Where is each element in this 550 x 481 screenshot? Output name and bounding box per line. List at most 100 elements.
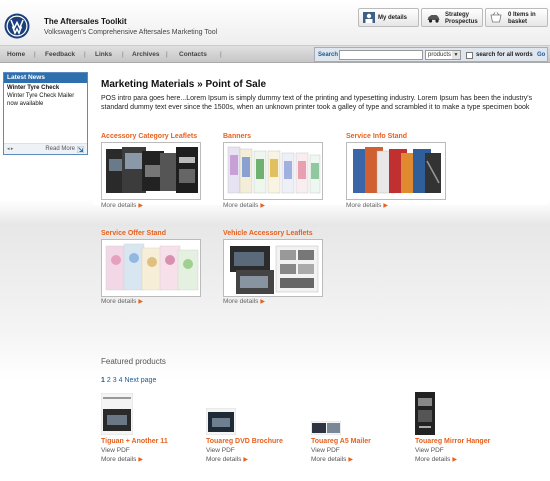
- tiguan-image: [101, 393, 133, 435]
- search-go-button[interactable]: Go: [537, 52, 545, 58]
- more-details-label: More details: [206, 456, 242, 463]
- more-details-link[interactable]: More details ▶: [223, 202, 265, 209]
- all-words-checkbox[interactable]: [466, 52, 473, 59]
- arrow-right-icon: ▶: [452, 457, 458, 463]
- more-details-label: More details: [223, 298, 259, 305]
- news-item-body: Winter Tyre Check Mailer now available: [7, 93, 75, 107]
- arrow-right-icon: ▶: [383, 203, 389, 209]
- more-details-link[interactable]: More details ▶: [101, 456, 143, 463]
- my-details-label: My details: [378, 15, 408, 21]
- search-scope-value: products: [428, 52, 452, 58]
- my-details-button[interactable]: My details: [358, 8, 419, 27]
- featured-pager: 1 2 3 4 Next page: [101, 377, 156, 384]
- latest-news-heading: Latest News: [4, 73, 87, 83]
- nav-contacts[interactable]: Contacts: [179, 51, 207, 58]
- page-link-1[interactable]: 1: [101, 377, 105, 384]
- category-thumb-banners[interactable]: [223, 142, 323, 200]
- view-pdf-link[interactable]: View PDF: [206, 447, 235, 454]
- basket-label: 0 Items in basket: [508, 12, 536, 25]
- nav-separator: |: [166, 51, 168, 58]
- product-title-touareg-mirror[interactable]: Touareg Mirror Hanger: [415, 438, 490, 445]
- category-thumb-accessory-leaflets[interactable]: [101, 142, 201, 200]
- more-details-link[interactable]: More details ▶: [346, 202, 388, 209]
- next-page-link[interactable]: Next page: [124, 377, 156, 384]
- page-link-4[interactable]: 4: [119, 377, 123, 384]
- more-details-link[interactable]: More details ▶: [101, 298, 143, 305]
- nav-separator: |: [84, 51, 86, 58]
- category-title-service-info-stand[interactable]: Service Info Stand: [346, 133, 407, 140]
- news-item-title[interactable]: Winter Tyre Check: [4, 83, 87, 91]
- leaflets-image: [102, 143, 200, 199]
- vehicle-leaflets-image: [224, 240, 322, 296]
- search-label: Search: [318, 52, 339, 58]
- strategy-prospectus-label: Strategy Prospectus: [445, 12, 478, 25]
- product-title-tiguan[interactable]: Tiguan + Another 11: [101, 438, 168, 445]
- app-subtitle: Volkswagen's Comprehensive Aftersales Ma…: [44, 29, 218, 36]
- nav-separator: |: [34, 51, 36, 58]
- featured-heading: Featured products: [101, 357, 166, 366]
- category-title-accessory-leaflets[interactable]: Accessory Category Leaflets: [101, 133, 197, 140]
- nav-archives[interactable]: Archives: [132, 51, 159, 58]
- nav-home[interactable]: Home: [7, 51, 25, 58]
- arrow-right-icon: ▶: [138, 299, 144, 305]
- basket-button[interactable]: 0 Items in basket: [485, 8, 548, 27]
- user-icon: [363, 12, 375, 23]
- view-pdf-link[interactable]: View PDF: [415, 447, 444, 454]
- more-details-label: More details: [311, 456, 347, 463]
- page-link-2[interactable]: 2: [107, 377, 111, 384]
- arrow-right-icon: ▶: [243, 457, 249, 463]
- news-pager-arrows[interactable]: ◂ ▸: [7, 146, 13, 152]
- product-title-touareg-a5[interactable]: Touareg A5 Mailer: [311, 438, 371, 445]
- more-details-label: More details: [101, 298, 137, 305]
- category-thumb-service-offer-stand[interactable]: [101, 239, 201, 297]
- more-details-link[interactable]: More details ▶: [223, 298, 265, 305]
- more-details-label: More details: [223, 202, 259, 209]
- product-thumb-touareg-a5[interactable]: [311, 421, 341, 435]
- category-title-service-offer-stand[interactable]: Service Offer Stand: [101, 230, 166, 237]
- touareg-dvd-image: [206, 408, 236, 435]
- view-pdf-link[interactable]: View PDF: [101, 447, 130, 454]
- nav-links[interactable]: Links: [95, 51, 112, 58]
- page-title: Marketing Materials » Point of Sale: [101, 79, 267, 90]
- banners-image: [224, 143, 322, 199]
- product-thumb-touareg-dvd[interactable]: [206, 408, 236, 435]
- product-title-touareg-dvd[interactable]: Touareg DVD Brochure: [206, 438, 283, 445]
- read-more-link[interactable]: Read More: [45, 146, 75, 152]
- more-details-label: More details: [101, 202, 137, 209]
- category-thumb-vehicle-accessory-leaflets[interactable]: [223, 239, 323, 297]
- latest-news-panel: Latest News Winter Tyre Check Winter Tyr…: [3, 72, 88, 155]
- service-offer-image: [102, 240, 200, 296]
- category-title-vehicle-accessory-leaflets[interactable]: Vehicle Accessory Leaflets: [223, 230, 313, 237]
- search-input[interactable]: [339, 50, 423, 60]
- product-thumb-touareg-mirror[interactable]: [415, 392, 435, 435]
- more-details-link[interactable]: More details ▶: [206, 456, 248, 463]
- more-details-label: More details: [346, 202, 382, 209]
- touareg-mirror-image: [415, 392, 435, 435]
- search-scope-select[interactable]: products ▼: [425, 50, 461, 60]
- more-details-link[interactable]: More details ▶: [101, 202, 143, 209]
- touareg-a5-image: [311, 421, 341, 435]
- service-info-image: [347, 143, 445, 199]
- search-bar: Search products ▼ search for all words G…: [314, 47, 548, 62]
- chevron-down-icon: ▼: [452, 51, 460, 59]
- page-link-3[interactable]: 3: [113, 377, 117, 384]
- view-pdf-link[interactable]: View PDF: [311, 447, 340, 454]
- read-more-icon[interactable]: [77, 146, 84, 153]
- category-title-banners[interactable]: Banners: [223, 133, 251, 140]
- strategy-prospectus-button[interactable]: Strategy Prospectus: [421, 8, 483, 27]
- nav-separator: |: [122, 51, 124, 58]
- vw-logo-icon[interactable]: [4, 13, 30, 39]
- more-details-label: More details: [415, 456, 451, 463]
- category-thumb-service-info-stand[interactable]: [346, 142, 446, 200]
- more-details-link[interactable]: More details ▶: [415, 456, 457, 463]
- nav-feedback[interactable]: Feedback: [45, 51, 75, 58]
- news-footer: ◂ ▸ Read More: [4, 143, 87, 154]
- arrow-right-icon: ▶: [348, 457, 354, 463]
- arrow-right-icon: ▶: [260, 299, 266, 305]
- basket-icon: [490, 12, 502, 23]
- more-details-label: More details: [101, 456, 137, 463]
- intro-paragraph: POS intro para goes here...Lorem Ipsum i…: [101, 95, 533, 111]
- product-thumb-tiguan[interactable]: [101, 393, 133, 435]
- more-details-link[interactable]: More details ▶: [311, 456, 353, 463]
- car-icon: [427, 15, 440, 23]
